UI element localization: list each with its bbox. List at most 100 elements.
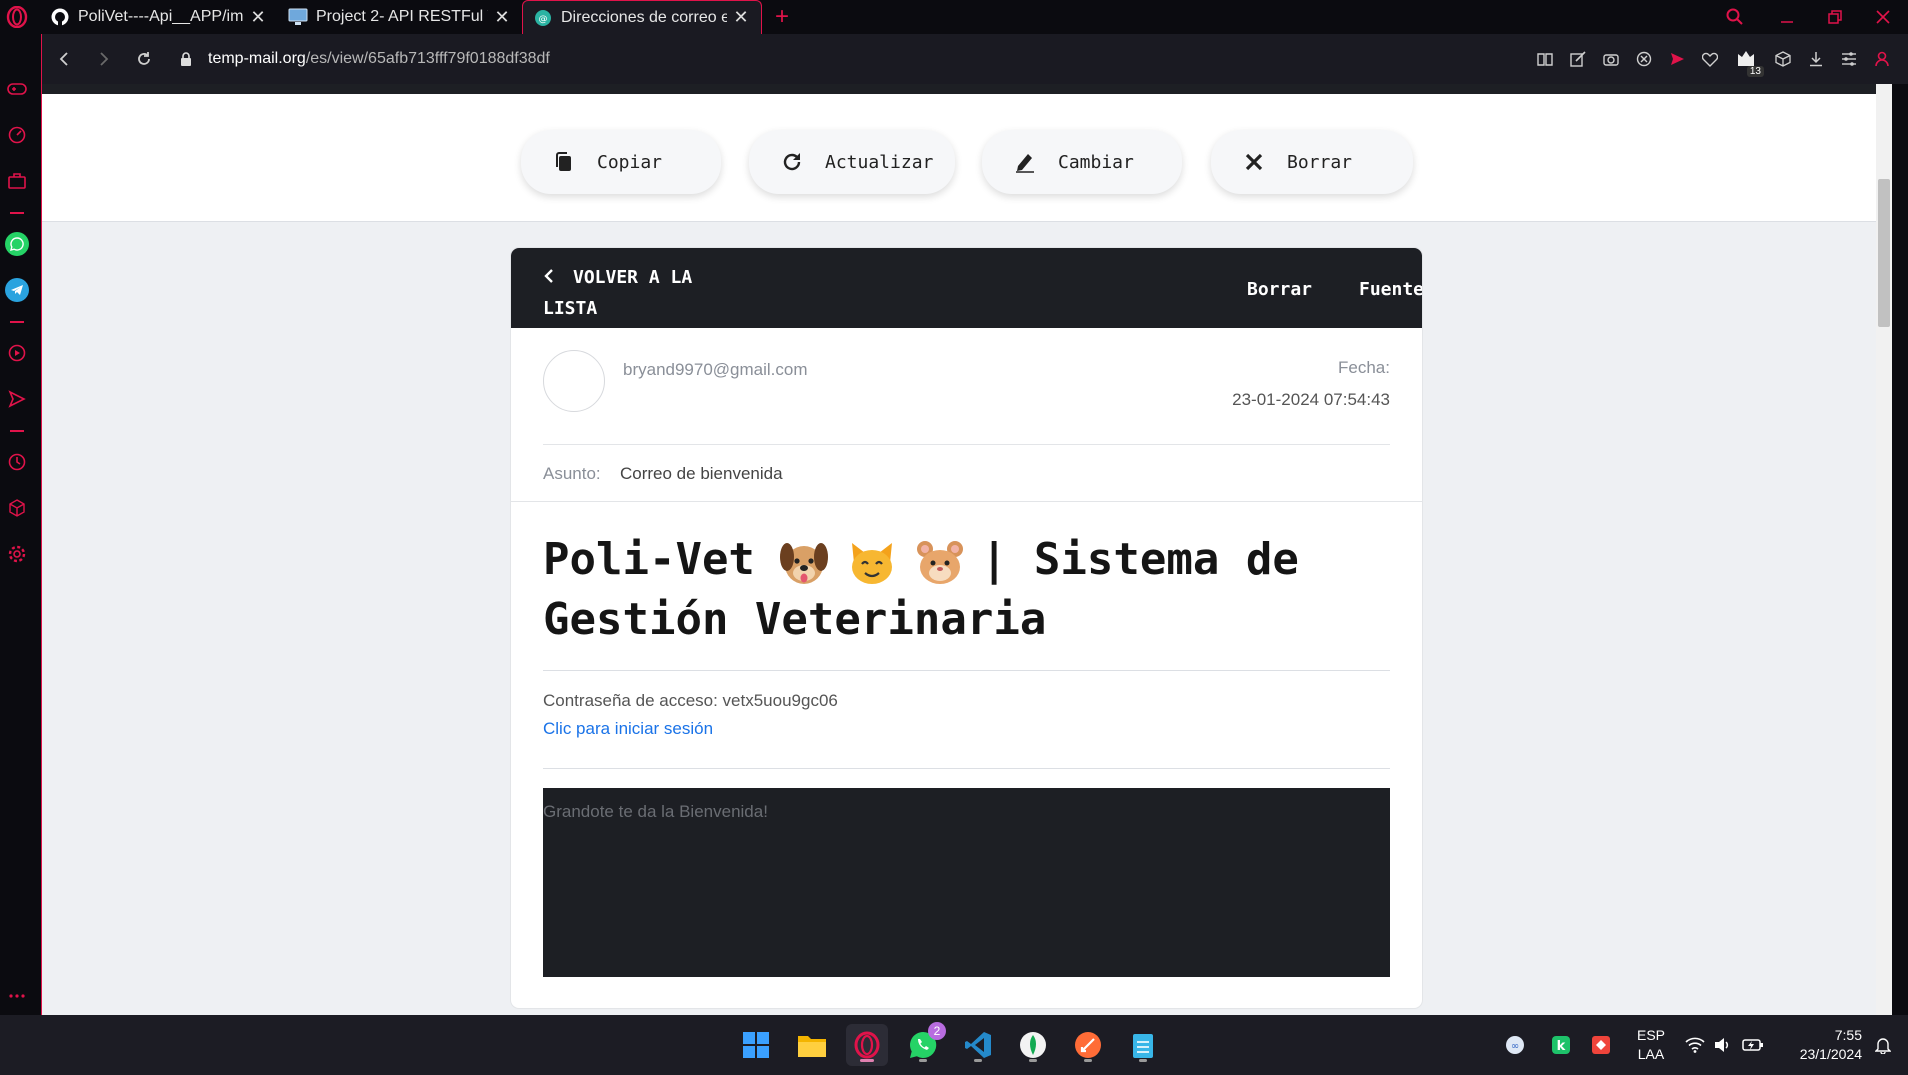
running-indicator (1084, 1059, 1092, 1062)
windows-start-icon[interactable] (735, 1024, 777, 1066)
close-window-button[interactable] (1858, 0, 1908, 34)
extension-icon[interactable]: 13 (1726, 39, 1766, 79)
camera-icon[interactable] (1594, 39, 1627, 79)
source-link[interactable]: Fuente (1359, 278, 1422, 302)
speed-dial-icon[interactable] (0, 118, 34, 152)
profile-icon[interactable] (1865, 39, 1898, 79)
tab-polivet-github[interactable]: PoliVet----Api__APP/image ✕ (40, 0, 278, 34)
back-to-list-link[interactable]: VOLVER A LA LISTA (543, 262, 733, 324)
monitor-icon (288, 7, 308, 27)
volume-icon[interactable] (1710, 1024, 1736, 1066)
back-label-line2: LISTA (543, 298, 598, 319)
x-icon (1241, 153, 1267, 171)
svg-text:k: k (1557, 1039, 1566, 1054)
minimize-button[interactable] (1762, 0, 1812, 34)
divider (543, 670, 1390, 671)
running-indicator (1139, 1059, 1147, 1062)
player-icon[interactable] (0, 336, 34, 370)
tab-project-api[interactable]: Project 2- API RESTFul Vete ✕ (278, 0, 522, 34)
clock-time: 7:55 (1834, 1027, 1862, 1043)
wifi-icon[interactable] (1682, 1024, 1708, 1066)
running-indicator (974, 1059, 982, 1062)
easy-setup-icon[interactable] (1832, 39, 1865, 79)
settings-gear-icon[interactable] (0, 537, 34, 571)
sender-email: bryand9970@gmail.com (623, 360, 808, 379)
history-icon[interactable] (0, 445, 34, 479)
adblock-icon[interactable] (1627, 39, 1660, 79)
running-indicator (919, 1059, 927, 1062)
delete-email-link[interactable]: Borrar (1247, 278, 1312, 302)
file-explorer-icon[interactable] (791, 1024, 833, 1066)
vscode-icon[interactable] (957, 1024, 999, 1066)
battery-icon[interactable] (1738, 1024, 1768, 1066)
tab-title: Project 2- API RESTFul Vete (316, 8, 488, 25)
sender-avatar (543, 350, 605, 412)
download-icon[interactable] (1799, 39, 1832, 79)
tray-anydesk-icon[interactable] (1586, 1024, 1616, 1066)
gamepad-icon[interactable] (0, 72, 34, 106)
delete-button[interactable]: Borrar (1211, 130, 1413, 194)
page-top-strip (42, 84, 1892, 94)
whatsapp-sidebar-icon[interactable] (0, 227, 34, 261)
back-label-line1: VOLVER A LA (573, 267, 693, 288)
subject-label: Asunto: (543, 464, 601, 483)
mongodb-compass-icon[interactable] (1012, 1024, 1054, 1066)
scrollbar-thumb[interactable] (1878, 179, 1890, 327)
telegram-sidebar-icon[interactable] (0, 273, 34, 307)
email-card: VOLVER A LA LISTA Borrar Fuente bryand99… (511, 248, 1422, 1008)
system-clock[interactable]: 7:55 23/1/2024 (1780, 1026, 1862, 1064)
welcome-image-box: Grandote te da la Bienvenida! (543, 788, 1390, 977)
forward-button[interactable] (84, 39, 124, 79)
change-button[interactable]: Cambiar (982, 130, 1182, 194)
date-value: 23-01-2024 07:54:43 (1232, 390, 1390, 409)
heart-icon[interactable] (1693, 39, 1726, 79)
extension-badge: 13 (1746, 66, 1764, 77)
cube-icon[interactable] (1766, 39, 1799, 79)
sidebar-separator (10, 321, 24, 323)
clock-date: 23/1/2024 (1799, 1046, 1862, 1062)
github-icon (50, 7, 70, 27)
send-icon[interactable] (1660, 39, 1693, 79)
url-field[interactable]: temp-mail.org/es/view/65afb713fff79f0188… (208, 50, 550, 68)
more-dots-icon[interactable] (0, 979, 34, 1013)
refresh-icon (779, 151, 805, 173)
lock-icon[interactable] (174, 52, 198, 66)
close-tab-icon[interactable]: ✕ (248, 7, 268, 28)
copy-label: Copiar (597, 151, 663, 173)
copy-button[interactable]: Copiar (521, 130, 721, 194)
svg-text:∞: ∞ (1511, 1041, 1519, 1052)
whatsapp-badge: 2 (928, 1022, 946, 1040)
reload-button[interactable] (124, 39, 164, 79)
notifications-icon[interactable] (1868, 1024, 1898, 1066)
sidebar-separator (10, 430, 24, 432)
divider (511, 501, 1422, 502)
opera-taskbar-icon[interactable] (846, 1024, 888, 1066)
close-tab-icon[interactable]: ✕ (492, 7, 512, 28)
new-tab-button[interactable]: + (762, 0, 802, 34)
whatsapp-taskbar-icon[interactable]: 2 (902, 1022, 946, 1066)
opera-logo-icon[interactable] (0, 0, 34, 34)
briefcase-icon[interactable] (0, 164, 34, 198)
tempmail-icon: @ (533, 8, 553, 28)
close-tab-icon[interactable]: ✕ (731, 7, 751, 28)
postman-icon[interactable] (1067, 1024, 1109, 1066)
browser-sidebar (0, 34, 42, 1015)
back-button[interactable] (44, 39, 84, 79)
tray-kaspersky-icon[interactable]: k (1546, 1024, 1576, 1066)
refresh-button[interactable]: Actualizar (749, 130, 955, 194)
page-scrollbar[interactable] (1876, 84, 1892, 1015)
login-link[interactable]: Clic para iniciar sesión (543, 719, 713, 739)
notepad-icon[interactable] (1122, 1024, 1164, 1066)
tab-temp-mail[interactable]: @ Direcciones de correo elect ✕ (522, 0, 762, 34)
tray-app-icon[interactable]: ∞ (1500, 1024, 1530, 1066)
extensions-cube-icon[interactable] (0, 491, 34, 525)
restore-button[interactable] (1810, 0, 1860, 34)
browser-tools: 13 (1528, 34, 1898, 84)
search-tabs-icon[interactable] (1710, 0, 1760, 34)
edit-icon[interactable] (1561, 39, 1594, 79)
divider (543, 768, 1390, 769)
heading-brand: Poli-Vet (543, 534, 755, 585)
flow-icon[interactable] (0, 382, 34, 416)
input-language-indicator[interactable]: ESP LAA (1634, 1026, 1668, 1064)
reader-mode-icon[interactable] (1528, 39, 1561, 79)
